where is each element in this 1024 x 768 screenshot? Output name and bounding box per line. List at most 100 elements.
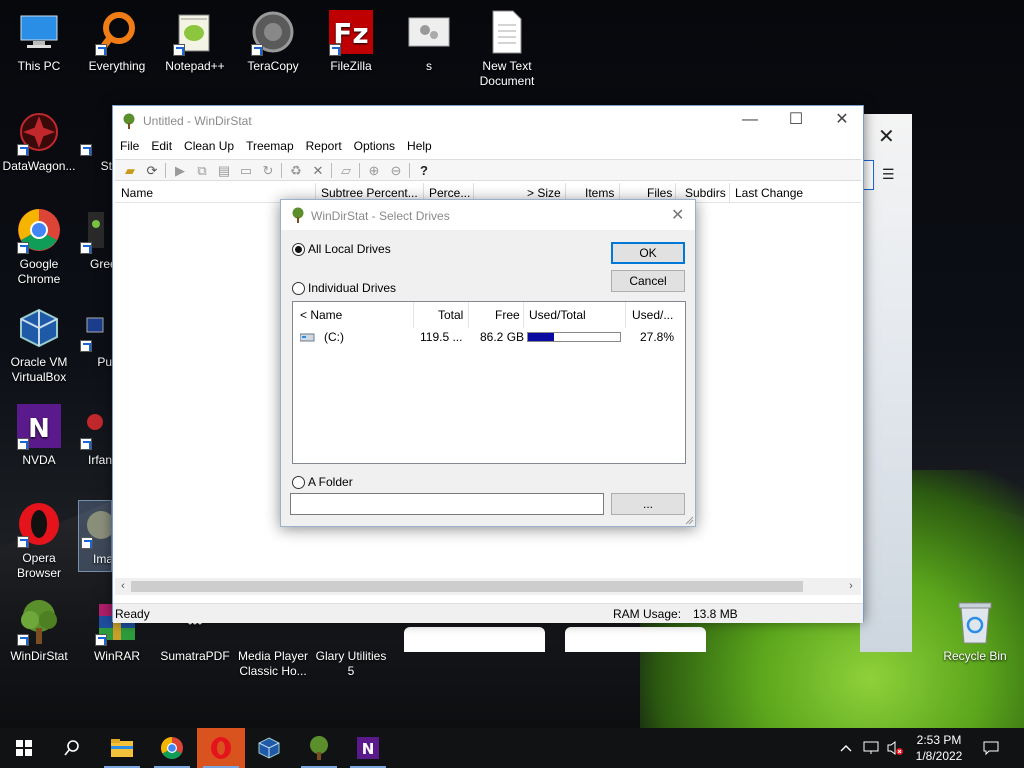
column-subdirs[interactable]: Subdirs	[685, 186, 726, 200]
column-files[interactable]: Files	[647, 186, 672, 200]
select-drives-dialog[interactable]: WinDirStat - Select Drives ✕ All Local D…	[280, 199, 696, 527]
background-window[interactable]	[860, 114, 912, 652]
browse-button[interactable]: ...	[611, 493, 685, 515]
desktop-icon-everything[interactable]: Everything	[78, 8, 156, 74]
close-icon[interactable]: ✕	[827, 111, 857, 131]
radio-all-local-drives[interactable]: All Local Drives	[292, 242, 391, 256]
close-icon[interactable]: ✕	[671, 205, 684, 225]
chat-bubble-icon	[983, 741, 999, 756]
desktop-icon-windirstat[interactable]: WinDirStat	[0, 598, 78, 664]
start-button[interactable]	[0, 728, 48, 768]
filezilla-icon: Fz	[327, 8, 375, 56]
tree-icon	[15, 598, 63, 646]
column-divider[interactable]	[413, 302, 414, 328]
column-size[interactable]: > Size	[527, 186, 561, 200]
desktop-icon-pu[interactable]: Pu	[78, 304, 112, 370]
menu-options[interactable]: Options	[349, 137, 400, 155]
network-icon[interactable]	[860, 728, 882, 768]
filter-icon[interactable]: ☰	[882, 166, 895, 183]
desktop-icon-datawagon[interactable]: DataWagon...	[0, 108, 78, 174]
scroll-left-icon[interactable]: ‹	[115, 578, 131, 595]
dialog-title-bar[interactable]: WinDirStat - Select Drives ✕	[281, 200, 695, 230]
zoom-out-icon[interactable]: ⊖	[387, 162, 405, 179]
column-last-change[interactable]: Last Change	[735, 186, 803, 200]
desktop-icon-new-text-document[interactable]: New Text Document	[468, 8, 546, 89]
taskbar-chrome[interactable]	[148, 728, 196, 768]
column-subtree-percent[interactable]: Subtree Percent...	[321, 186, 418, 200]
help-icon[interactable]: ?	[415, 162, 433, 179]
column-free[interactable]: Free	[495, 308, 520, 322]
desktop-icon-this-pc[interactable]: This PC	[0, 8, 78, 74]
volume-muted-icon[interactable]	[884, 728, 906, 768]
column-used-total[interactable]: Used/Total	[529, 308, 586, 322]
refresh-selected-icon[interactable]: ↻	[259, 162, 277, 179]
clock-time: 2:53 PM	[916, 733, 962, 747]
command-prompt-icon[interactable]: ▭	[237, 162, 255, 179]
maximize-icon[interactable]: ☐	[781, 111, 811, 131]
title-bar[interactable]: Untitled - WinDirStat — ☐ ✕	[113, 106, 863, 136]
scroll-right-icon[interactable]: ›	[843, 578, 859, 595]
desktop-icon-teracopy[interactable]: TeraCopy	[234, 8, 312, 74]
search-button[interactable]	[48, 728, 96, 768]
taskbar-clock[interactable]: 2:53 PM 1/8/2022	[906, 732, 972, 764]
column-used-percent[interactable]: Used/...	[632, 308, 673, 322]
cancel-button[interactable]: Cancel	[611, 270, 685, 292]
column-name[interactable]: < Name	[300, 308, 342, 322]
column-percent[interactable]: Perce...	[429, 186, 470, 200]
show-hidden-icons-chevron[interactable]	[836, 728, 856, 768]
column-total[interactable]: Total	[438, 308, 463, 322]
desktop-icon-filezilla[interactable]: Fz FileZilla	[312, 8, 390, 74]
menu-file[interactable]: File	[115, 137, 144, 155]
notification-center-icon[interactable]	[978, 728, 1004, 768]
taskbar-nvda[interactable]: N	[344, 728, 392, 768]
taskbar-opera[interactable]	[197, 728, 245, 768]
menu-help[interactable]: Help	[402, 137, 437, 155]
menu-edit[interactable]: Edit	[146, 137, 177, 155]
ok-button[interactable]: OK	[611, 242, 685, 264]
desktop-icon-gree[interactable]: Gree	[78, 206, 112, 272]
desktop-icon-recycle-bin[interactable]: Recycle Bin	[936, 598, 1014, 664]
folder-path-input[interactable]	[290, 493, 604, 515]
explorer-icon[interactable]: ▤	[215, 162, 233, 179]
zoom-in-icon[interactable]: ⊕	[365, 162, 383, 179]
desktop-icon-opera-browser[interactable]: Opera Browser	[0, 500, 78, 581]
taskbar-virtualbox[interactable]	[245, 728, 293, 768]
taskbar: N	[0, 728, 1024, 768]
open-folder-icon[interactable]: ▰	[121, 162, 139, 179]
desktop-icon-ima[interactable]: Ima	[78, 500, 112, 572]
close-icon[interactable]: ✕	[878, 124, 895, 149]
properties-icon[interactable]: ▱	[337, 162, 355, 179]
column-name[interactable]: Name	[121, 186, 153, 200]
menu-treemap[interactable]: Treemap	[241, 137, 299, 155]
radio-individual-drives[interactable]: Individual Drives	[292, 281, 396, 295]
column-items[interactable]: Items	[585, 186, 614, 200]
drive-free: 86.2 GB	[480, 330, 525, 344]
menu-report[interactable]: Report	[301, 137, 347, 155]
desktop-icon-s[interactable]: s	[390, 8, 468, 74]
taskbar-windirstat[interactable]	[295, 728, 343, 768]
desktop-icon-nvda[interactable]: N NVDA	[0, 402, 78, 468]
refresh-all-icon[interactable]: ⟳	[143, 162, 161, 179]
column-divider[interactable]	[625, 302, 626, 328]
copy-icon[interactable]: ⧉	[193, 162, 211, 179]
desktop-icon-irfan[interactable]: Irfan	[78, 402, 112, 468]
horizontal-scrollbar[interactable]: ‹ ›	[115, 578, 861, 595]
column-divider[interactable]	[729, 183, 730, 203]
desktop-icon-st[interactable]: St	[78, 108, 112, 174]
resize-grip-icon[interactable]	[684, 515, 694, 525]
delete-icon[interactable]: ✕	[309, 162, 327, 179]
desktop-icon-google-chrome[interactable]: Google Chrome	[0, 206, 78, 287]
recycle-bin-icon[interactable]: ♻	[287, 162, 305, 179]
column-divider[interactable]	[523, 302, 524, 328]
desktop-icon-oracle-vm-virtualbox[interactable]: Oracle VM VirtualBox	[0, 304, 78, 385]
menu-clean-up[interactable]: Clean Up	[179, 137, 239, 155]
text-document-icon	[483, 8, 531, 56]
drive-list[interactable]: < Name Total Free Used/Total Used/... (C…	[292, 301, 686, 464]
minimize-icon[interactable]: —	[735, 111, 765, 131]
column-divider[interactable]	[468, 302, 469, 328]
taskbar-file-explorer[interactable]	[98, 728, 146, 768]
desktop-icon-notepad-plus-plus[interactable]: Notepad++	[156, 8, 234, 74]
play-icon[interactable]: ▶	[171, 162, 189, 179]
radio-a-folder[interactable]: A Folder	[292, 475, 353, 489]
scrollbar-thumb[interactable]	[131, 581, 803, 592]
